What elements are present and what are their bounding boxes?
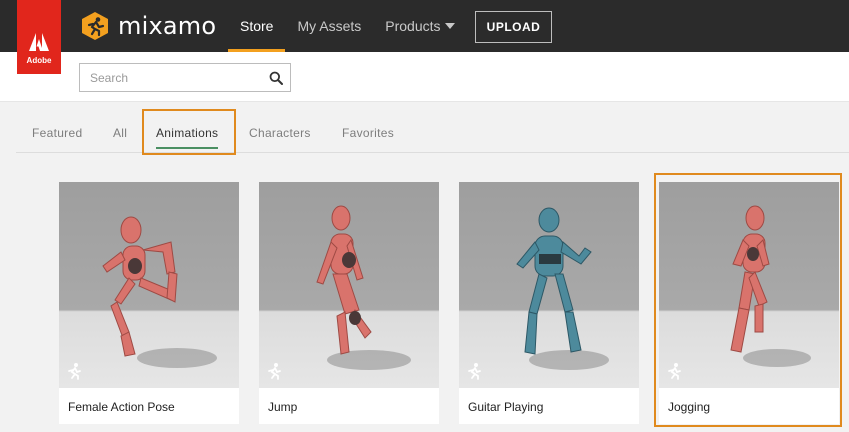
search-input[interactable] [80, 64, 260, 91]
animation-card-jogging[interactable]: Jogging [659, 182, 839, 424]
search-icon[interactable] [269, 71, 283, 85]
nav-my-assets-label: My Assets [297, 18, 362, 34]
main-nav: Store My Assets Products [228, 0, 467, 52]
card-title: Jogging [668, 400, 711, 414]
card-title: Guitar Playing [468, 400, 544, 414]
search-box [79, 63, 291, 92]
tab-all[interactable]: All [113, 113, 127, 153]
running-figure-icon [68, 363, 81, 380]
character-figure-icon [516, 207, 609, 370]
caret-down-icon [444, 23, 455, 29]
running-figure-icon [268, 363, 281, 380]
nav-store-label: Store [240, 18, 274, 34]
adobe-label: Adobe [26, 56, 52, 65]
category-tabs: Featured All Animations Characters Favor… [16, 113, 849, 153]
nav-store[interactable]: Store [228, 0, 286, 52]
tab-characters[interactable]: Characters [249, 113, 311, 153]
upload-button[interactable]: UPLOAD [475, 11, 552, 43]
nav-products[interactable]: Products [373, 0, 466, 52]
search-row [0, 52, 849, 102]
animation-card-jump[interactable]: Jump [259, 182, 439, 424]
animation-thumbnail [659, 182, 839, 388]
running-figure-icon [668, 363, 681, 380]
character-figure-icon [730, 205, 811, 367]
card-title: Jump [268, 400, 298, 414]
tab-favorites-label: Favorites [342, 126, 395, 140]
mixamo-logo-icon [82, 12, 108, 40]
brand-name: mixamo [118, 12, 217, 40]
animation-card-female-action-pose[interactable]: Female Action Pose [59, 182, 239, 424]
tab-featured-label: Featured [32, 126, 83, 140]
animation-thumbnail [459, 182, 639, 388]
animation-card-guitar-playing[interactable]: Guitar Playing [459, 182, 639, 424]
character-figure-icon [102, 216, 217, 368]
tab-characters-label: Characters [249, 126, 311, 140]
animation-thumbnail [59, 182, 239, 388]
character-figure-icon [316, 205, 411, 370]
nav-my-assets[interactable]: My Assets [285, 0, 373, 52]
card-title: Female Action Pose [68, 400, 175, 414]
adobe-a-icon [29, 33, 49, 51]
upload-button-label: UPLOAD [486, 20, 541, 34]
nav-products-label: Products [385, 18, 441, 34]
tab-animations[interactable]: Animations [156, 113, 219, 153]
mixamo-brand[interactable]: mixamo [80, 11, 216, 41]
running-figure-icon [468, 363, 481, 380]
animation-thumbnail [259, 182, 439, 388]
tab-favorites[interactable]: Favorites [342, 113, 394, 153]
tab-featured[interactable]: Featured [32, 113, 82, 153]
adobe-logo[interactable]: Adobe [17, 0, 61, 74]
tab-all-label: All [113, 126, 128, 140]
top-navigation-bar: Adobe mixamo Store My Assets Products UP… [0, 0, 849, 74]
tab-animations-label: Animations [156, 126, 219, 140]
tab-active-underline [156, 147, 219, 149]
